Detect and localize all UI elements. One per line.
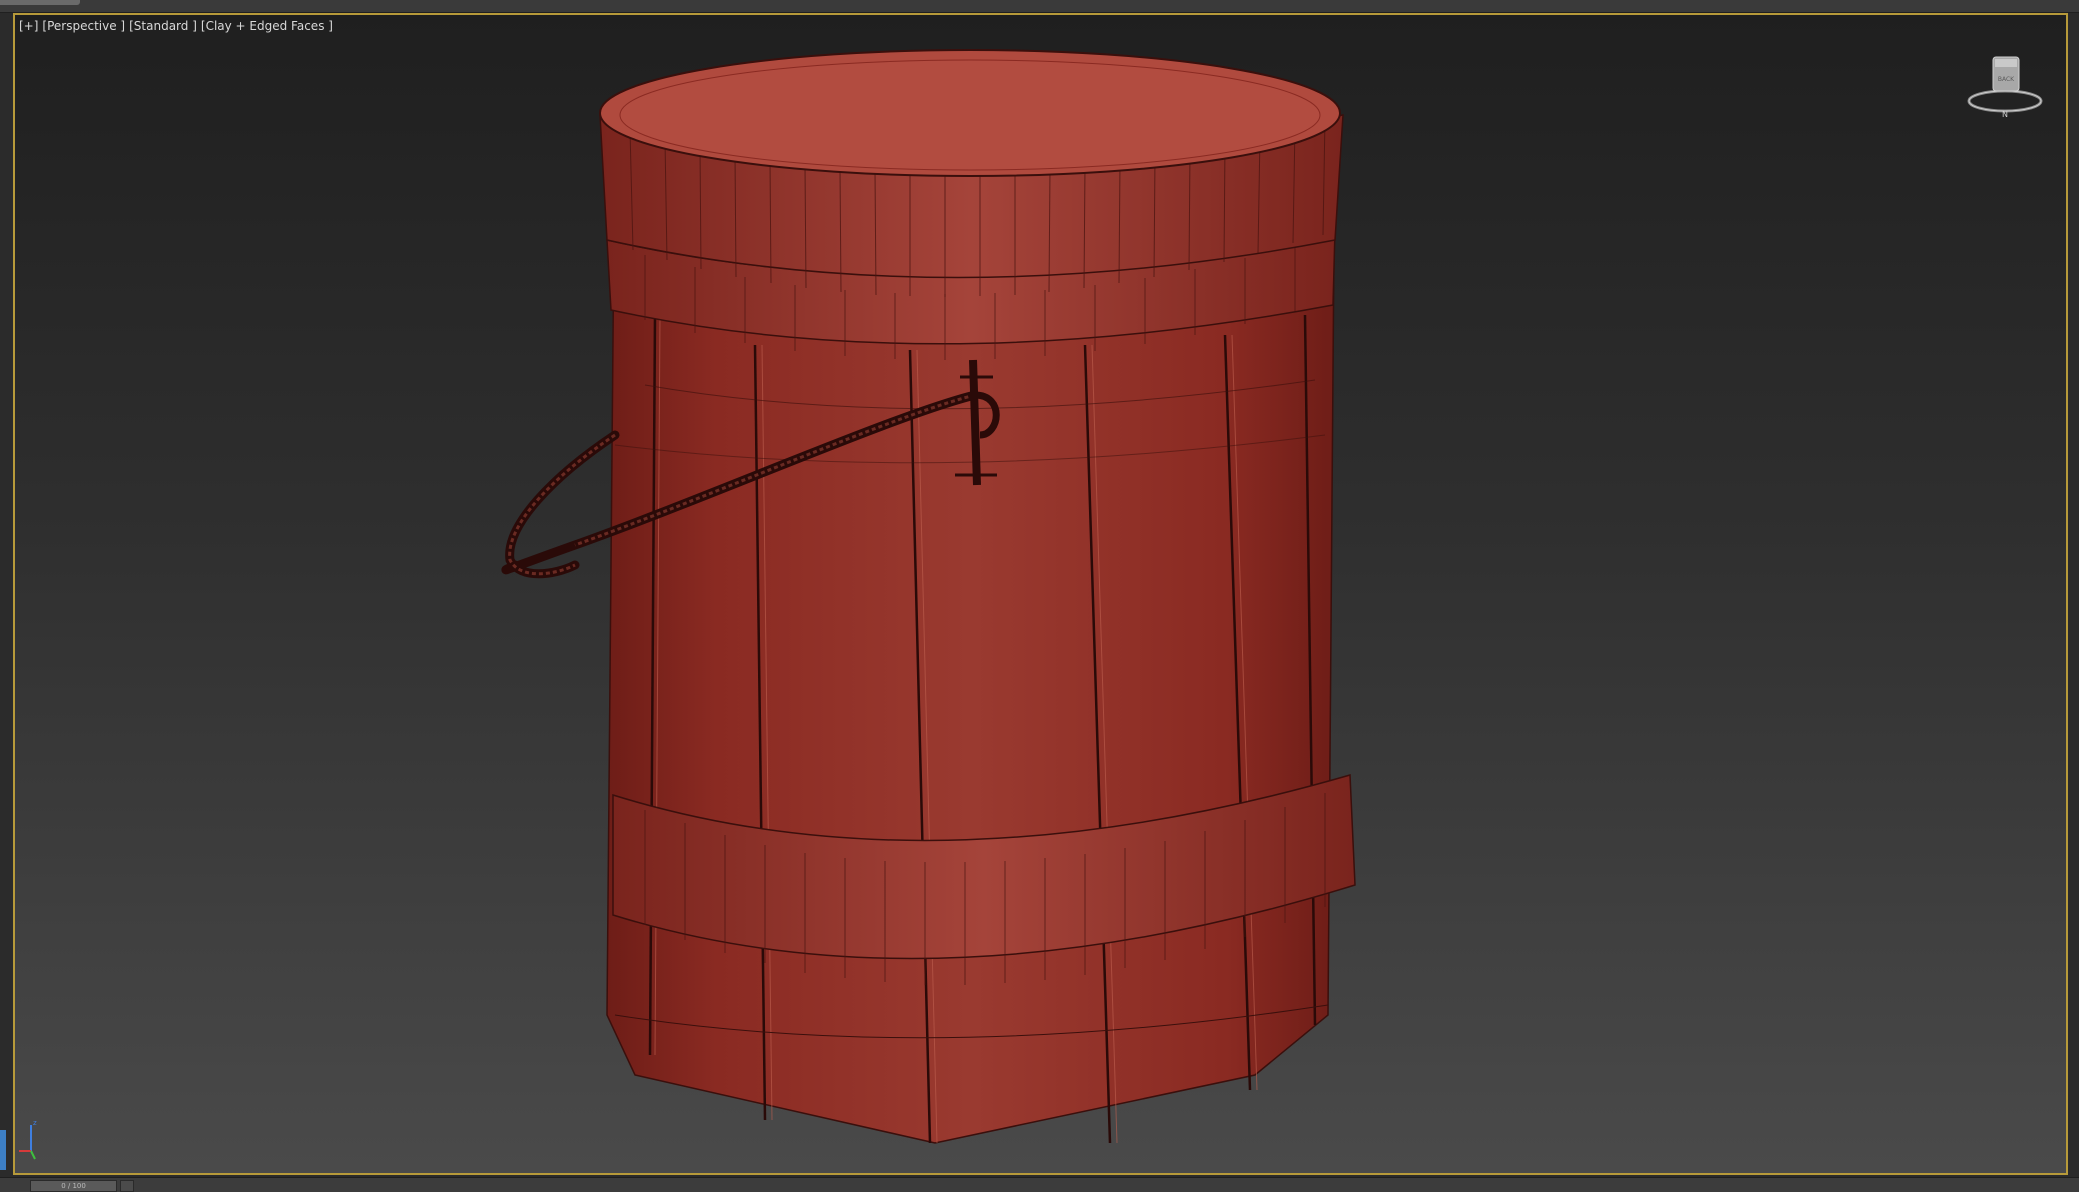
svg-text:z: z (33, 1119, 37, 1127)
viewcube[interactable]: BACK N (1960, 45, 2050, 125)
time-slider-next-button[interactable] (120, 1180, 134, 1192)
viewcube-face-label: BACK (1998, 76, 2015, 83)
left-panel-tab[interactable] (0, 1130, 6, 1170)
viewcube-compass-label: N (2002, 110, 2008, 119)
bucket-model[interactable] (501, 49, 1356, 1144)
timeline-bar: 0 / 100 (0, 1177, 2079, 1192)
perspective-viewport[interactable]: [+] [Perspective ] [Standard ] [Clay + Edge… (13, 13, 2068, 1175)
toolbar-tab[interactable] (0, 0, 80, 5)
time-slider[interactable]: 0 / 100 (30, 1180, 117, 1192)
axis-tripod-icon: z (19, 1119, 37, 1160)
scene-canvas[interactable] (15, 15, 2066, 1173)
top-toolbar (0, 0, 2079, 13)
